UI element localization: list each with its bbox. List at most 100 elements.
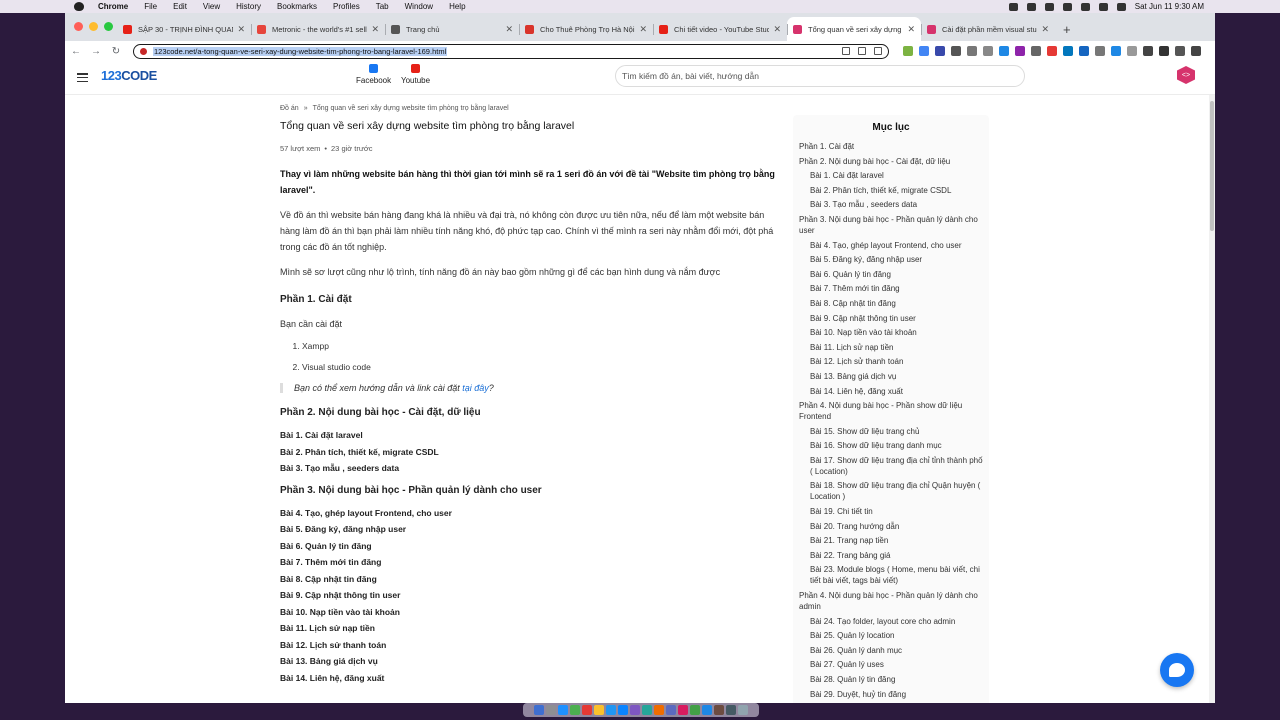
scrollbar-thumb[interactable] bbox=[1210, 101, 1214, 231]
youtube-link[interactable]: Youtube bbox=[401, 64, 430, 85]
profile-icon[interactable] bbox=[1175, 46, 1185, 56]
extension-icon[interactable] bbox=[1111, 46, 1121, 56]
site-search-input[interactable] bbox=[615, 65, 1025, 87]
page-scrollbar[interactable] bbox=[1209, 95, 1215, 703]
toc-item[interactable]: Phần 1. Cài đặt bbox=[799, 141, 983, 152]
menu-bookmarks[interactable]: Bookmarks bbox=[277, 2, 317, 11]
tab-close-icon[interactable]: ✕ bbox=[1041, 24, 1049, 35]
status-vpn-icon[interactable] bbox=[1044, 2, 1054, 11]
tab-close-icon[interactable]: ✕ bbox=[773, 24, 781, 35]
menubar-clock[interactable]: Sat Jun 11 9:30 AM bbox=[1135, 2, 1204, 11]
browser-tab[interactable]: Cho Thuê Phòng Trọ Hà Nội, N ✕ bbox=[519, 17, 653, 41]
breadcrumb-item-current[interactable]: Tổng quan về seri xây dựng website tìm p… bbox=[313, 105, 509, 112]
browser-tab[interactable]: Metronic - the world's #1 selling ✕ bbox=[251, 17, 385, 41]
messenger-chat-button[interactable] bbox=[1160, 653, 1194, 687]
menu-help[interactable]: Help bbox=[449, 2, 465, 11]
extension-icon[interactable] bbox=[967, 46, 977, 56]
toc-item[interactable]: Bài 5. Đăng ký, đăng nhập user bbox=[799, 254, 983, 265]
extension-icon[interactable] bbox=[1015, 46, 1025, 56]
dock-messages-icon[interactable] bbox=[570, 705, 580, 715]
dock-app-icon[interactable] bbox=[726, 705, 736, 715]
dock-vscode-icon[interactable] bbox=[702, 705, 712, 715]
menu-profiles[interactable]: Profiles bbox=[333, 2, 360, 11]
brand-badge-icon[interactable]: <> bbox=[1177, 66, 1195, 84]
menu-history[interactable]: History bbox=[236, 2, 261, 11]
toc-item[interactable]: Bài 13. Bảng giá dịch vụ bbox=[799, 371, 983, 382]
extension-icon[interactable] bbox=[983, 46, 993, 56]
status-wifi-icon[interactable] bbox=[1080, 2, 1090, 11]
tab-close-icon[interactable]: ✕ bbox=[237, 24, 245, 35]
toc-item[interactable]: Bài 14. Liên hệ, đăng xuất bbox=[799, 386, 983, 397]
menu-file[interactable]: File bbox=[144, 2, 157, 11]
extension-icon[interactable] bbox=[903, 46, 913, 56]
toc-item[interactable]: Bài 28. Quản lý tin đăng bbox=[799, 674, 983, 685]
menu-edit[interactable]: Edit bbox=[173, 2, 187, 11]
translate-icon[interactable] bbox=[842, 47, 850, 55]
tab-close-icon[interactable]: ✕ bbox=[639, 24, 647, 35]
back-icon[interactable]: ← bbox=[71, 46, 81, 57]
toc-item[interactable]: Bài 3. Tạo mẫu , seeders data bbox=[799, 199, 983, 210]
toc-item[interactable]: Phần 4. Nội dung bài học - Phần show dữ … bbox=[799, 400, 983, 422]
extension-icon[interactable] bbox=[951, 46, 961, 56]
toc-item[interactable]: Bài 23. Module blogs ( Home, menu bài vi… bbox=[799, 564, 983, 586]
toc-item[interactable]: Bài 16. Show dữ liệu trang danh mục bbox=[799, 440, 983, 451]
dock-app-icon[interactable] bbox=[618, 705, 628, 715]
tab-close-icon[interactable]: ✕ bbox=[907, 24, 915, 35]
reload-icon[interactable]: ↻ bbox=[111, 46, 121, 57]
toc-item[interactable]: Bài 4. Tạo, ghép layout Frontend, cho us… bbox=[799, 240, 983, 251]
dock-app-icon[interactable] bbox=[666, 705, 676, 715]
dock-app-icon[interactable] bbox=[690, 705, 700, 715]
toc-item[interactable]: Bài 20. Trang hướng dẫn bbox=[799, 521, 983, 532]
menu-window[interactable]: Window bbox=[405, 2, 433, 11]
hamburger-menu-icon[interactable] bbox=[77, 73, 88, 83]
dock-safari-icon[interactable] bbox=[558, 705, 568, 715]
menu-view[interactable]: View bbox=[203, 2, 220, 11]
url-text[interactable]: 123code.net/a-tong-quan-ve-seri-xay-dung… bbox=[153, 46, 448, 56]
extension-icon[interactable] bbox=[935, 46, 945, 56]
forward-icon[interactable]: → bbox=[91, 46, 101, 57]
site-logo[interactable]: 123CODE bbox=[101, 68, 157, 83]
puzzle-extensions-icon[interactable] bbox=[1143, 46, 1153, 56]
extension-icon[interactable] bbox=[919, 46, 929, 56]
breadcrumb-item-do-an[interactable]: Đồ án bbox=[280, 105, 299, 112]
dock-app-icon[interactable] bbox=[678, 705, 688, 715]
toc-item[interactable]: Bài 26. Quản lý danh mục bbox=[799, 645, 983, 656]
toc-item[interactable]: Bài 10. Nạp tiền vào tài khoản bbox=[799, 327, 983, 338]
toc-item[interactable]: Phần 2. Nội dung bài học - Cài đặt, dữ l… bbox=[799, 156, 983, 167]
toc-item[interactable]: Bài 17. Show dữ liệu trang địa chỉ tỉnh … bbox=[799, 455, 983, 477]
share-icon[interactable] bbox=[858, 47, 866, 55]
extension-icon[interactable] bbox=[1127, 46, 1137, 56]
extension-icon[interactable] bbox=[1047, 46, 1057, 56]
toc-item[interactable]: Bài 18. Show dữ liệu trang địa chỉ Quận … bbox=[799, 480, 983, 502]
toc-item[interactable]: Bài 8. Cập nhật tin đăng bbox=[799, 298, 983, 309]
address-bar[interactable]: 123code.net/a-tong-quan-ve-seri-xay-dung… bbox=[133, 43, 889, 59]
extension-icon[interactable] bbox=[1031, 46, 1041, 56]
toc-item[interactable]: Bài 27. Quản lý uses bbox=[799, 659, 983, 670]
toc-item[interactable]: Bài 24. Tạo folder, layout core cho admi… bbox=[799, 616, 983, 627]
status-control-center-icon[interactable] bbox=[1116, 2, 1126, 11]
toc-item[interactable]: Phần 3. Nội dung bài học - Phần quản lý … bbox=[799, 214, 983, 236]
new-tab-button[interactable]: + bbox=[1063, 22, 1071, 37]
dock-app-icon[interactable] bbox=[642, 705, 652, 715]
minimize-window-icon[interactable] bbox=[89, 22, 98, 31]
zoom-window-icon[interactable] bbox=[104, 22, 113, 31]
extension-icon[interactable] bbox=[1079, 46, 1089, 56]
menu-app-name[interactable]: Chrome bbox=[98, 2, 128, 11]
dock-app-icon[interactable] bbox=[654, 705, 664, 715]
toc-item[interactable]: Bài 7. Thêm mới tin đăng bbox=[799, 283, 983, 294]
apple-icon[interactable] bbox=[74, 2, 84, 11]
toc-item[interactable]: Bài 29. Duyệt, huỷ tin đăng bbox=[799, 689, 983, 700]
extension-icon[interactable] bbox=[1063, 46, 1073, 56]
dock-launchpad-icon[interactable] bbox=[546, 705, 556, 715]
extension-icon[interactable] bbox=[999, 46, 1009, 56]
toc-item[interactable]: Bài 9. Cập nhật thông tin user bbox=[799, 313, 983, 324]
dock-app-icon[interactable] bbox=[714, 705, 724, 715]
dock-trash-icon[interactable] bbox=[738, 705, 748, 715]
dock-app-icon[interactable] bbox=[606, 705, 616, 715]
toc-item[interactable]: Bài 6. Quản lý tin đăng bbox=[799, 269, 983, 280]
dock-finder-icon[interactable] bbox=[534, 705, 544, 715]
more-menu-icon[interactable] bbox=[1191, 46, 1201, 56]
dock-chrome-icon[interactable] bbox=[594, 705, 604, 715]
tab-close-icon[interactable]: ✕ bbox=[505, 24, 513, 35]
status-app-icon[interactable] bbox=[1026, 2, 1036, 11]
